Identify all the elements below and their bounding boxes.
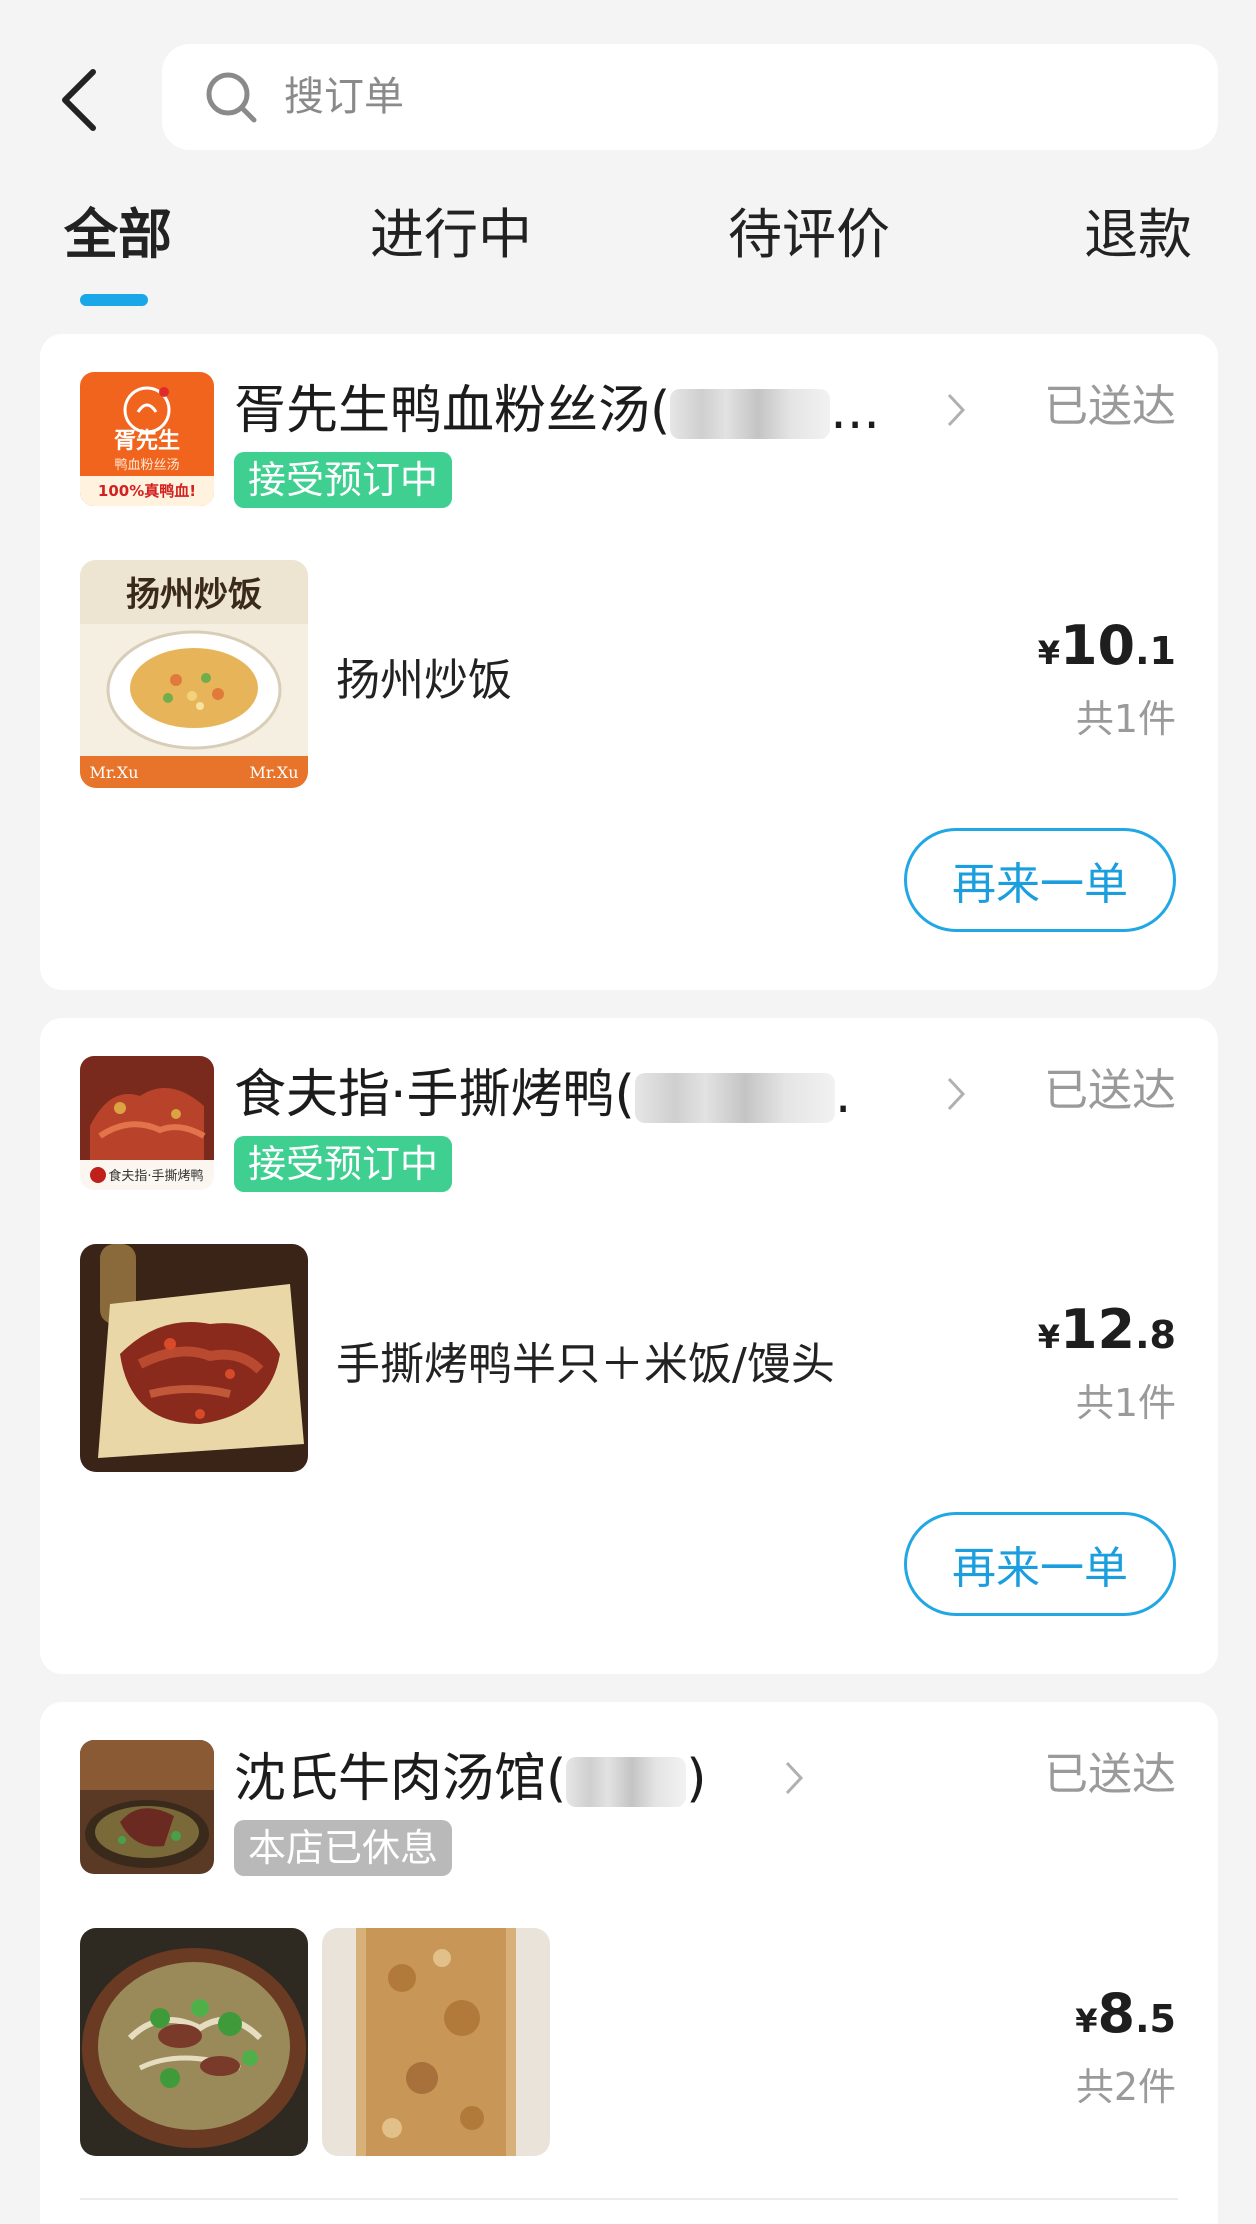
order-card[interactable]: 胥先生 鸭血粉丝汤 100%真鸭血! 胥先生鸭血粉丝汤(... 已送达 接受预订… xyxy=(40,334,1218,990)
chevron-right-icon xyxy=(947,1077,966,1111)
reorder-button[interactable]: 再来一单 xyxy=(904,828,1176,932)
item-image[interactable] xyxy=(322,1928,550,2156)
order-status: 已送达 xyxy=(1044,1065,1176,1116)
search-input[interactable] xyxy=(284,74,1084,120)
orders-page: 全部 进行中 待评价 退款 胥先生 鸭血粉丝汤 100%真鸭血! 胥先生鸭血粉丝… xyxy=(0,0,1256,2224)
shop-logo[interactable] xyxy=(80,1740,214,1874)
reorder-button[interactable]: 再来一单 xyxy=(904,1512,1176,1616)
divider xyxy=(80,2198,1178,2200)
shop-logo[interactable]: 食夫指·手撕烤鸭 xyxy=(80,1056,214,1190)
svg-text:食夫指·手撕烤鸭: 食夫指·手撕烤鸭 xyxy=(108,1168,203,1184)
shop-status-badge: 接受预订中 xyxy=(234,1136,453,1192)
svg-text:鸭血粉丝汤: 鸭血粉丝汤 xyxy=(114,458,179,473)
shop-status-badge: 本店已休息 xyxy=(234,1820,453,1876)
svg-text:胥先生: 胥先生 xyxy=(114,429,180,454)
order-status: 已送达 xyxy=(1044,1749,1176,1800)
item-name: 手撕烤鸭半只＋米饭/馒头 xyxy=(336,1339,835,1390)
shop-name[interactable]: 食夫指·手撕烤鸭(. xyxy=(234,1052,851,1127)
back-arrow-icon xyxy=(62,69,96,131)
tab-to-review[interactable]: 待评价 xyxy=(728,190,890,269)
search-bar[interactable] xyxy=(162,44,1218,150)
item-image[interactable]: 扬州炒饭 Mr.Xu Mr.Xu xyxy=(80,560,308,788)
order-card[interactable]: 食夫指·手撕烤鸭 食夫指·手撕烤鸭(. 已送达 接受预订中 手撕烤鸭半只＋米饭/… xyxy=(40,1018,1218,1674)
order-card[interactable]: 沈氏牛肉汤馆() 已送达 本店已休息 ¥8.5 共2件 xyxy=(40,1702,1218,2224)
search-icon xyxy=(206,72,257,123)
item-name: 扬州炒饭 xyxy=(336,655,512,706)
item-image[interactable] xyxy=(80,1928,308,2156)
item-count: 共1件 xyxy=(1075,1381,1176,1425)
order-price: ¥10.1 xyxy=(1037,614,1176,677)
item-count: 共1件 xyxy=(1075,697,1176,741)
order-status: 已送达 xyxy=(1044,381,1176,432)
svg-text:Mr.Xu: Mr.Xu xyxy=(89,763,138,782)
active-tab-indicator xyxy=(80,294,148,306)
shop-status-badge: 接受预订中 xyxy=(234,452,453,508)
back-button[interactable] xyxy=(50,60,110,140)
order-price: ¥8.5 xyxy=(1075,1982,1176,2045)
item-count: 共2件 xyxy=(1075,2065,1176,2109)
svg-text:扬州炒饭: 扬州炒饭 xyxy=(126,575,262,615)
shop-name[interactable]: 胥先生鸭血粉丝汤(... xyxy=(234,368,880,443)
item-image[interactable] xyxy=(80,1244,308,1472)
svg-text:100%真鸭血!: 100%真鸭血! xyxy=(98,482,196,500)
chevron-right-icon xyxy=(947,393,966,427)
order-tabs: 全部 进行中 待评价 退款 xyxy=(0,190,1256,320)
shop-name[interactable]: 沈氏牛肉汤馆() xyxy=(234,1736,707,1811)
tab-all[interactable]: 全部 xyxy=(64,190,172,269)
order-price: ¥12.8 xyxy=(1037,1298,1176,1361)
svg-text:Mr.Xu: Mr.Xu xyxy=(249,763,298,782)
tab-in-progress[interactable]: 进行中 xyxy=(370,190,532,269)
shop-logo[interactable]: 胥先生 鸭血粉丝汤 100%真鸭血! xyxy=(80,372,214,506)
chevron-right-icon xyxy=(785,1761,804,1795)
tab-refund[interactable]: 退款 xyxy=(1084,190,1192,269)
